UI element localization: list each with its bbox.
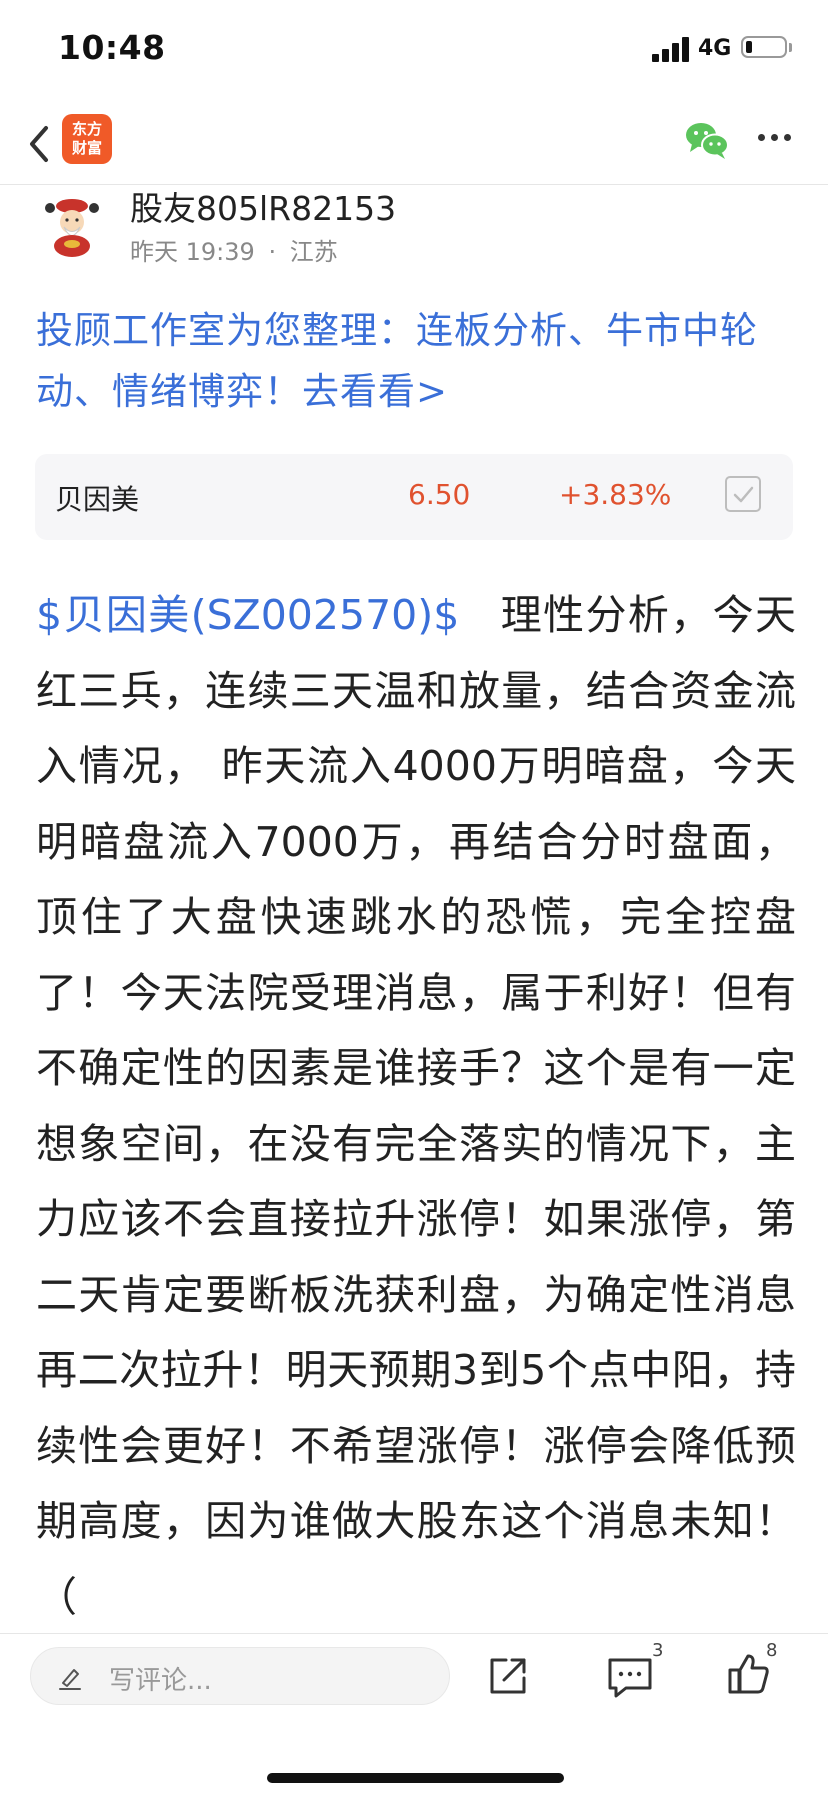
- network-label: 4G: [698, 36, 732, 61]
- bottom-bar: 写评论... 3 8: [0, 1633, 828, 1793]
- avatar[interactable]: [40, 194, 104, 258]
- comment-count: 3: [652, 1640, 664, 1661]
- home-indicator: [267, 1773, 564, 1783]
- app-logo[interactable]: 东方 财富: [62, 114, 112, 164]
- more-icon[interactable]: [758, 134, 792, 146]
- post-meta: 昨天 19:39 · 江苏: [130, 232, 338, 267]
- stock-tag-link[interactable]: $贝因美(SZ002570)$: [36, 591, 459, 639]
- status-time: 10:48: [58, 28, 166, 67]
- share-icon[interactable]: [484, 1652, 532, 1700]
- post-location: 江苏: [289, 238, 338, 266]
- meta-separator: ·: [268, 238, 277, 266]
- comment-input[interactable]: 写评论...: [30, 1647, 450, 1705]
- stock-price: 6.50: [408, 478, 471, 511]
- back-icon[interactable]: [22, 118, 62, 170]
- nav-bar: 东方 财富: [0, 104, 828, 185]
- signal-icon: [652, 36, 692, 62]
- status-bar: 10:48 4G: [0, 0, 828, 100]
- battery-icon: [741, 36, 787, 58]
- post-time: 昨天 19:39: [130, 238, 255, 266]
- pen-icon: [55, 1662, 85, 1692]
- comments-icon[interactable]: [604, 1652, 656, 1700]
- battery-cap: [789, 43, 792, 52]
- stock-card[interactable]: 贝因美 6.50 +3.83%: [35, 454, 793, 540]
- comment-placeholder: 写评论...: [109, 1666, 212, 1696]
- promo-link[interactable]: 投顾工作室为您整理：连板分析、牛市中轮动、情绪博弈！去看看>: [36, 300, 796, 422]
- author-name[interactable]: 股友805lR82153: [130, 182, 396, 230]
- post-text: 理性分析，今天红三兵，连续三天温和放量，结合资金流入情况， 昨天流入4000万明…: [36, 591, 796, 1621]
- like-count: 8: [766, 1640, 778, 1661]
- wechat-share-icon[interactable]: [684, 120, 730, 160]
- stock-change: +3.83%: [559, 478, 672, 511]
- add-watchlist-checkbox-icon[interactable]: [725, 476, 761, 512]
- post-body: $贝因美(SZ002570)$ 理性分析，今天红三兵，连续三天温和放量，结合资金流…: [36, 578, 796, 1623]
- stock-name: 贝因美: [55, 483, 140, 516]
